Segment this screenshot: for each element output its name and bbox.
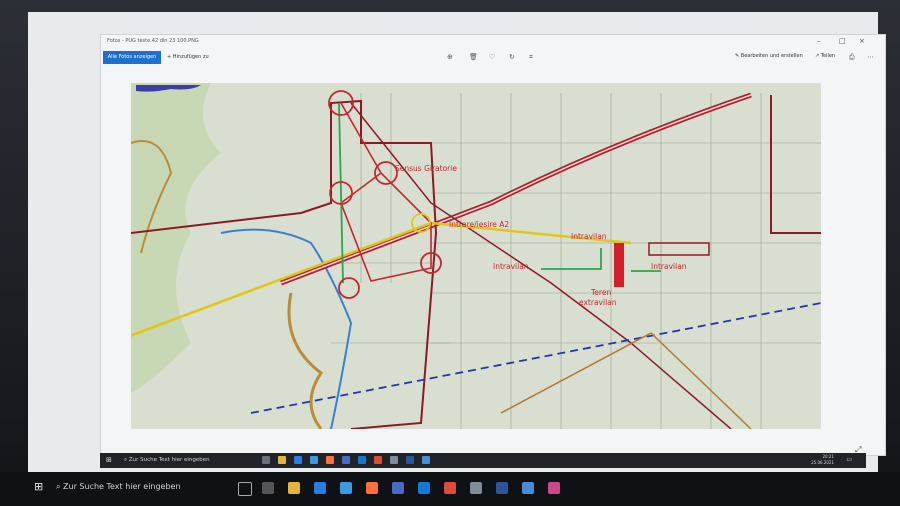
outer-search-icon: ⌕ <box>56 482 64 491</box>
title-bar: Fotos - PUG teste.42 din 23 100.PNG – □ … <box>101 35 885 47</box>
label-intravilan-1: Intravilan <box>571 232 607 241</box>
store-icon[interactable] <box>294 456 302 464</box>
windows-start-icon[interactable]: ⊞ <box>106 456 112 464</box>
print-icon[interactable]: ⎙ <box>849 53 855 62</box>
label-sensus: Sensus Giratorie <box>395 164 457 173</box>
edit-create-button[interactable]: ✎ Bearbeiten und erstellen <box>735 53 803 59</box>
outer-task-view-icon[interactable] <box>238 482 252 496</box>
outer-file-explorer-icon[interactable] <box>288 482 300 494</box>
heart-icon[interactable]: ♡ <box>489 53 495 61</box>
outer-windows-start-icon[interactable]: ⊞ <box>34 480 43 493</box>
skype-icon[interactable] <box>358 456 366 464</box>
monitor-bezel: Fotos - PUG teste.42 din 23 100.PNG – □ … <box>0 0 900 506</box>
all-photos-button[interactable]: Alle Fotos anzeigen <box>103 51 161 64</box>
label-extravilan: extravilan <box>579 298 617 307</box>
label-teren: Teren <box>590 288 611 297</box>
add-to-button[interactable]: + Hinzufügen zu <box>167 51 209 64</box>
share-button[interactable]: ↗ Teilen <box>815 53 835 59</box>
maximize-button[interactable]: □ <box>839 37 846 45</box>
minimize-button[interactable]: – <box>817 37 821 45</box>
map-image: Sensus Giratorie Intrare/iesire A2 Intra… <box>110 83 822 430</box>
photos-icon[interactable] <box>422 456 430 464</box>
outer-taskbar: ⊞ ⌕ Zur Suche Text hier eingeben <box>0 472 900 506</box>
map-background <box>131 83 821 429</box>
outer-photos-icon[interactable] <box>522 482 534 494</box>
edit-create-label: Bearbeiten und erstellen <box>740 53 803 59</box>
outer-skype-icon[interactable] <box>418 482 430 494</box>
file-explorer-icon[interactable] <box>278 456 286 464</box>
rotate-icon[interactable]: ↻ <box>509 53 515 61</box>
zoom-icon[interactable]: ⊕ <box>447 53 453 61</box>
label-intravilan-3: Intravilan <box>651 262 687 271</box>
urban-plan-map: Sensus Giratorie Intrare/iesire A2 Intra… <box>110 83 822 430</box>
outer-app-icon-3[interactable] <box>470 482 482 494</box>
toolbar: Alle Fotos anzeigen + Hinzufügen zu ⊕ 🗑 … <box>101 47 885 67</box>
outer-search-box[interactable]: ⌕ Zur Suche Text hier eingeben <box>56 478 232 496</box>
mail-icon[interactable] <box>310 456 318 464</box>
inner-taskbar: ⊞ ⌕ Zur Suche Text hier eingeben 20:21 2… <box>100 453 866 468</box>
delete-icon[interactable]: 🗑 <box>469 53 478 61</box>
inner-date: 25.06.2021 <box>811 460 834 465</box>
crop-icon[interactable]: ⌗ <box>529 53 533 62</box>
notification-icon[interactable]: ▭ <box>846 456 852 463</box>
task-view-icon[interactable] <box>262 456 270 464</box>
inner-clock: 20:21 25.06.2021 <box>811 454 834 466</box>
window-title: Fotos - PUG teste.42 din 23 100.PNG <box>107 38 199 44</box>
inner-search-placeholder: Zur Suche Text hier eingeben <box>128 457 210 463</box>
outer-app-icon-2[interactable] <box>392 482 404 494</box>
label-intrare: Intrare/iesire A2 <box>449 220 509 229</box>
screen: Fotos - PUG teste.42 din 23 100.PNG – □ … <box>28 12 886 474</box>
outer-app-icon-1[interactable] <box>262 482 274 494</box>
app-icon-1[interactable] <box>342 456 350 464</box>
inner-search-box[interactable]: ⌕ Zur Suche Text hier eingeben <box>124 455 244 466</box>
outlook-icon[interactable] <box>406 456 414 464</box>
outer-outlook-icon[interactable] <box>496 482 508 494</box>
close-button[interactable]: × <box>859 37 865 45</box>
outer-search-placeholder: Zur Suche Text hier eingeben <box>63 482 181 491</box>
firefox-icon[interactable] <box>326 456 334 464</box>
outer-firefox-icon[interactable] <box>366 482 378 494</box>
label-intravilan-2: Intravilan <box>493 262 529 271</box>
app-icon-2[interactable] <box>390 456 398 464</box>
share-label: Teilen <box>820 53 836 59</box>
photos-app-window: Fotos - PUG teste.42 din 23 100.PNG – □ … <box>100 34 886 456</box>
outer-chrome-icon[interactable] <box>444 482 456 494</box>
outer-app-icon-4[interactable] <box>548 482 560 494</box>
terrain-lot <box>614 243 624 287</box>
outer-store-icon[interactable] <box>314 482 326 494</box>
more-icon[interactable]: ⋯ <box>867 53 874 61</box>
outer-mail-icon[interactable] <box>340 482 352 494</box>
chrome-icon[interactable] <box>374 456 382 464</box>
